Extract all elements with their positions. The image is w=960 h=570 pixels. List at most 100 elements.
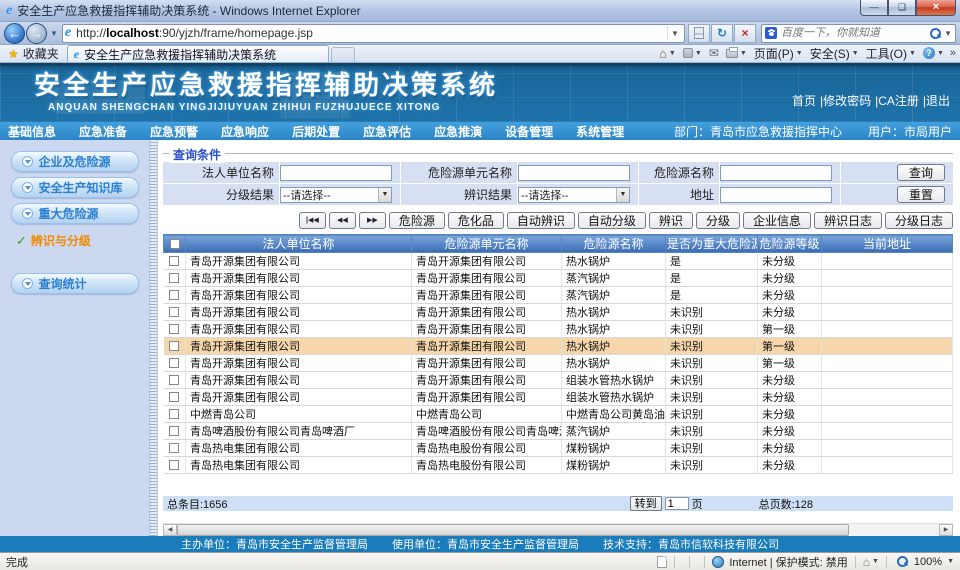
sidebar-group-button[interactable]: 重大危险源 xyxy=(11,203,139,224)
table-row[interactable]: 青岛热电集团有限公司 青岛热电股份有限公司 煤粉锅炉 未识别 未分级 xyxy=(164,457,953,474)
toolbar-button[interactable]: 自动辨识 xyxy=(507,212,575,229)
row-checkbox[interactable] xyxy=(169,307,179,317)
search-icon[interactable] xyxy=(930,28,941,39)
address-input[interactable] xyxy=(720,187,832,203)
table-row[interactable]: 青岛开源集团有限公司 青岛开源集团有限公司 热水锅炉 未识别 未分级 xyxy=(164,304,953,321)
table-row[interactable]: 青岛热电集团有限公司 青岛热电股份有限公司 煤粉锅炉 未识别 未分级 xyxy=(164,440,953,457)
table-row[interactable]: 青岛开源集团有限公司 青岛开源集团有限公司 组装水管热水锅炉 未识别 未分级 xyxy=(164,372,953,389)
zoom-icon[interactable] xyxy=(897,556,908,567)
new-tab-button[interactable] xyxy=(331,47,355,62)
sidebar-group-button[interactable]: 安全生产知识库 xyxy=(11,177,139,198)
table-row[interactable]: 青岛开源集团有限公司 青岛开源集团有限公司 热水锅炉 是 未分级 xyxy=(164,253,953,270)
toolbar-button[interactable]: 危化品 xyxy=(448,212,504,229)
compatibility-view-button[interactable] xyxy=(688,24,710,43)
search-box[interactable]: ▼ xyxy=(761,24,956,43)
unit-name-input[interactable] xyxy=(518,165,630,181)
zoom-dropdown-icon[interactable]: ▼ xyxy=(947,558,954,565)
row-checkbox[interactable] xyxy=(169,256,179,266)
status-tool-icon[interactable]: ⌂ xyxy=(863,555,870,569)
row-checkbox[interactable] xyxy=(169,290,179,300)
table-row[interactable]: 青岛开源集团有限公司 青岛开源集团有限公司 蒸汽锅炉 是 未分级 xyxy=(164,270,953,287)
close-button[interactable]: × xyxy=(916,0,956,16)
table-row[interactable]: 青岛开源集团有限公司 青岛开源集团有限公司 蒸汽锅炉 是 未分级 xyxy=(164,287,953,304)
table-row[interactable]: 青岛开源集团有限公司 青岛开源集团有限公司 热水锅炉 未识别 第一级 xyxy=(164,338,953,355)
history-dropdown-icon[interactable]: ▼ xyxy=(50,29,58,38)
sidebar-item-identify-grade[interactable]: ✓ 辨识与分级 xyxy=(16,232,149,249)
stop-button[interactable]: × xyxy=(734,24,756,43)
row-checkbox[interactable] xyxy=(169,460,179,470)
column-header[interactable]: 危险源等级 xyxy=(758,235,822,253)
sidebar-group-query-stats[interactable]: 查询统计 xyxy=(11,273,139,294)
toolbar-button[interactable]: 辨识 xyxy=(649,212,693,229)
menu-item[interactable]: 应急评估 xyxy=(363,123,411,140)
toolbar-button[interactable]: 分级日志 xyxy=(885,212,953,229)
top-link[interactable]: |修改密码 xyxy=(820,92,871,109)
hazard-name-input[interactable] xyxy=(720,165,832,181)
pager-button[interactable]: ▶▶ xyxy=(359,212,386,229)
forward-button[interactable]: → xyxy=(26,23,47,44)
menu-item[interactable]: 基础信息 xyxy=(8,123,56,140)
menu-item[interactable]: 应急响应 xyxy=(221,123,269,140)
scrollbar-thumb[interactable] xyxy=(177,524,849,536)
page-menu[interactable]: 页面(P)▼ xyxy=(754,45,803,62)
toolbar-button[interactable]: 分级 xyxy=(696,212,740,229)
toolbar-button[interactable]: 自动分级 xyxy=(578,212,646,229)
row-checkbox[interactable] xyxy=(169,341,179,351)
menu-item[interactable]: 后期处置 xyxy=(292,123,340,140)
pager-button[interactable]: |◀◀ xyxy=(299,212,326,229)
sidebar-group-button[interactable]: 企业及危险源 xyxy=(11,151,139,172)
menu-item[interactable]: 系统管理 xyxy=(576,123,624,140)
select-all-checkbox[interactable] xyxy=(170,239,180,249)
search-dropdown-icon[interactable]: ▼ xyxy=(944,29,952,38)
address-dropdown-icon[interactable]: ▼ xyxy=(667,26,682,41)
column-header[interactable]: 法人单位名称 xyxy=(186,235,412,253)
table-row[interactable]: 青岛开源集团有限公司 青岛开源集团有限公司 热水锅炉 未识别 第一级 xyxy=(164,321,953,338)
row-checkbox[interactable] xyxy=(169,324,179,334)
home-button[interactable]: ⌂▼ xyxy=(659,46,676,61)
page-number-input[interactable] xyxy=(665,497,689,510)
goto-page-button[interactable]: 转到 xyxy=(630,496,662,511)
back-button[interactable]: ← xyxy=(4,23,25,44)
column-header[interactable]: 当前地址 xyxy=(822,235,953,253)
top-link[interactable]: 首页 xyxy=(792,92,816,109)
row-checkbox[interactable] xyxy=(169,443,179,453)
table-row[interactable]: 中燃青岛公司 中燃青岛公司 中燃青岛公司黄岛油库锅炉 未识别 未分级 xyxy=(164,406,953,423)
table-row[interactable]: 青岛开源集团有限公司 青岛开源集团有限公司 组装水管热水锅炉 未识别 未分级 xyxy=(164,389,953,406)
browser-tab[interactable]: e 安全生产应急救援指挥辅助决策系统 xyxy=(67,45,329,62)
search-input[interactable] xyxy=(781,27,927,39)
print-button[interactable]: ▼ xyxy=(726,49,747,58)
safety-menu[interactable]: 安全(S)▼ xyxy=(810,45,859,62)
minimize-button[interactable]: — xyxy=(860,0,888,16)
read-mail-button[interactable]: ✉ xyxy=(709,46,719,60)
pager-button[interactable]: ◀◀ xyxy=(329,212,356,229)
menu-item[interactable]: 应急推演 xyxy=(434,123,482,140)
grade-result-select[interactable]: --请选择--▼ xyxy=(280,187,392,203)
scroll-right-icon[interactable]: ▶ xyxy=(939,524,953,536)
frame-splitter[interactable] xyxy=(150,140,158,536)
menu-item[interactable]: 应急预警 xyxy=(150,123,198,140)
reset-button[interactable]: 重置 xyxy=(897,186,945,203)
tools-menu[interactable]: 工具(O)▼ xyxy=(866,45,916,62)
url-text[interactable]: http://localhost:90/yjzh/frame/homepage.… xyxy=(76,26,667,40)
maximize-button[interactable]: ❏ xyxy=(888,0,916,16)
row-checkbox[interactable] xyxy=(169,426,179,436)
identify-result-select[interactable]: --请选择--▼ xyxy=(518,187,630,203)
column-header[interactable]: 是否为重大危险源 xyxy=(666,235,758,253)
legal-name-input[interactable] xyxy=(280,165,392,181)
row-checkbox[interactable] xyxy=(169,358,179,368)
menu-item[interactable]: 应急准备 xyxy=(79,123,127,140)
menu-item[interactable]: 设备管理 xyxy=(505,123,553,140)
toolbar-button[interactable]: 危险源 xyxy=(389,212,445,229)
top-link[interactable]: |退出 xyxy=(923,92,950,109)
row-checkbox[interactable] xyxy=(169,392,179,402)
favorites-button[interactable]: ★ 收藏夹 xyxy=(0,45,67,62)
toolbar-button[interactable]: 辨识日志 xyxy=(814,212,882,229)
address-bar[interactable]: e http://localhost:90/yjzh/frame/homepag… xyxy=(62,24,685,43)
row-checkbox[interactable] xyxy=(169,375,179,385)
search-button[interactable]: 查询 xyxy=(897,164,945,181)
table-row[interactable]: 青岛啤酒股份有限公司青岛啤酒厂 青岛啤酒股份有限公司青岛啤酒厂 蒸汽锅炉 未识别… xyxy=(164,423,953,440)
feeds-button[interactable]: ▼ xyxy=(683,48,702,58)
refresh-button[interactable]: ↻ xyxy=(711,24,733,43)
row-checkbox[interactable] xyxy=(169,409,179,419)
table-row[interactable]: 青岛开源集团有限公司 青岛开源集团有限公司 热水锅炉 未识别 第一级 xyxy=(164,355,953,372)
